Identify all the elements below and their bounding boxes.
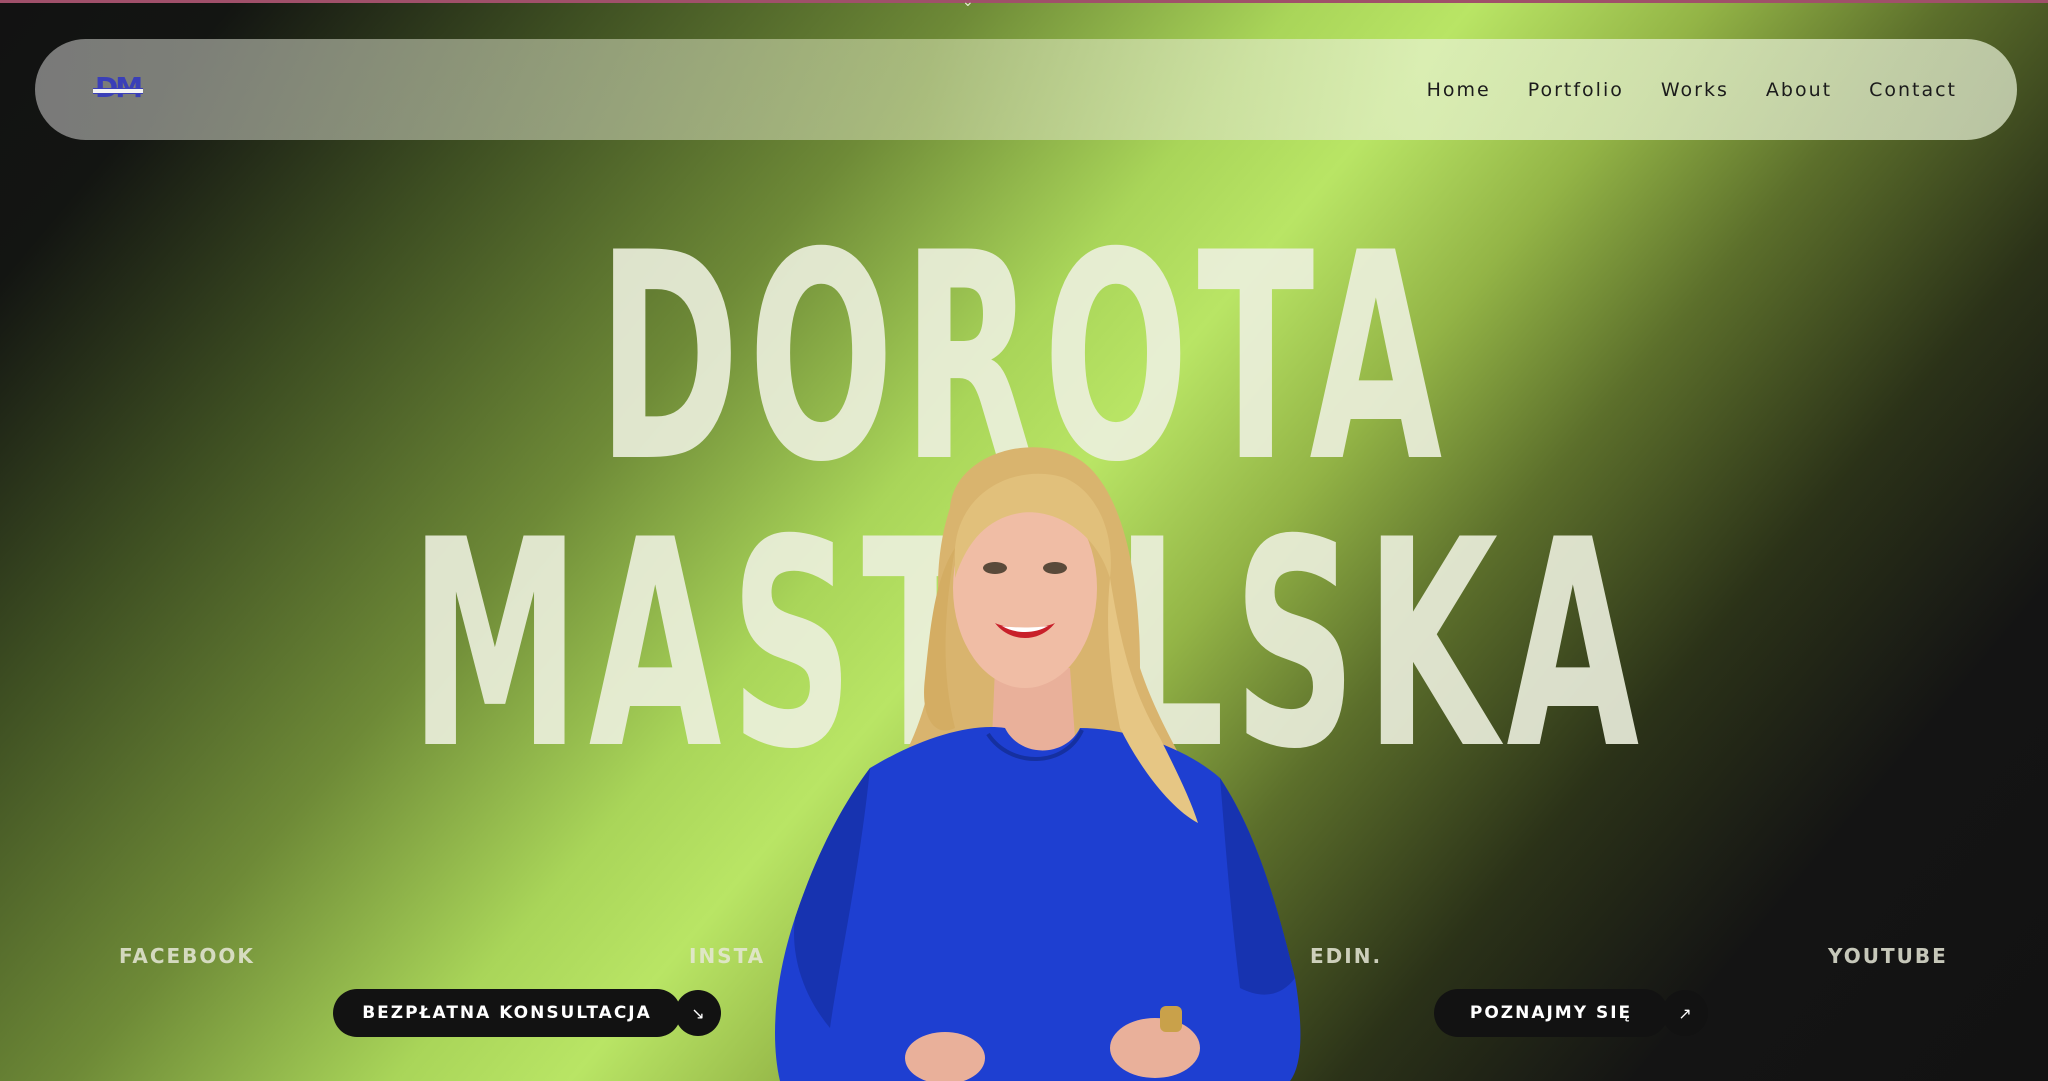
logo-bar-icon [93, 88, 143, 94]
right-hand-shape [1110, 1018, 1200, 1078]
logo[interactable]: DM [93, 71, 143, 107]
social-link-youtube[interactable]: YOUTUBE [1828, 944, 1948, 968]
social-link-facebook[interactable]: FACEBOOK [119, 944, 255, 968]
meet-cta: POZNAJMY SIĘ ↗ [1434, 989, 1708, 1037]
watch-shape [1160, 1006, 1182, 1032]
consultation-button[interactable]: BEZPŁATNA KONSULTACJA [333, 989, 681, 1037]
nav-link-portfolio[interactable]: Portfolio [1528, 79, 1624, 101]
arrow-up-right-icon[interactable]: ↗ [1662, 990, 1708, 1036]
consultation-cta: BEZPŁATNA KONSULTACJA ↘ [333, 989, 721, 1037]
social-link-instagram[interactable]: INSTA [689, 944, 765, 968]
portrait-image [775, 447, 1301, 1081]
meet-button[interactable]: POZNAJMY SIĘ [1434, 989, 1668, 1037]
nav-link-works[interactable]: Works [1661, 79, 1729, 101]
social-link-linkedin[interactable]: EDIN. [1310, 944, 1382, 968]
nav-link-contact[interactable]: Contact [1869, 79, 1957, 101]
nav-link-about[interactable]: About [1766, 79, 1832, 101]
right-eye-shape [1043, 562, 1067, 574]
nav-link-home[interactable]: Home [1427, 79, 1491, 101]
dress-shape [775, 727, 1301, 1081]
top-accent-strip [0, 0, 2048, 3]
scroll-caret-icon: ⌄ [962, 0, 974, 10]
nav-links: Home Portfolio Works About Contact [1427, 39, 1957, 140]
arrow-down-right-icon[interactable]: ↘ [675, 990, 721, 1036]
left-eye-shape [983, 562, 1007, 574]
navbar: DM Home Portfolio Works About Contact [35, 39, 2017, 140]
